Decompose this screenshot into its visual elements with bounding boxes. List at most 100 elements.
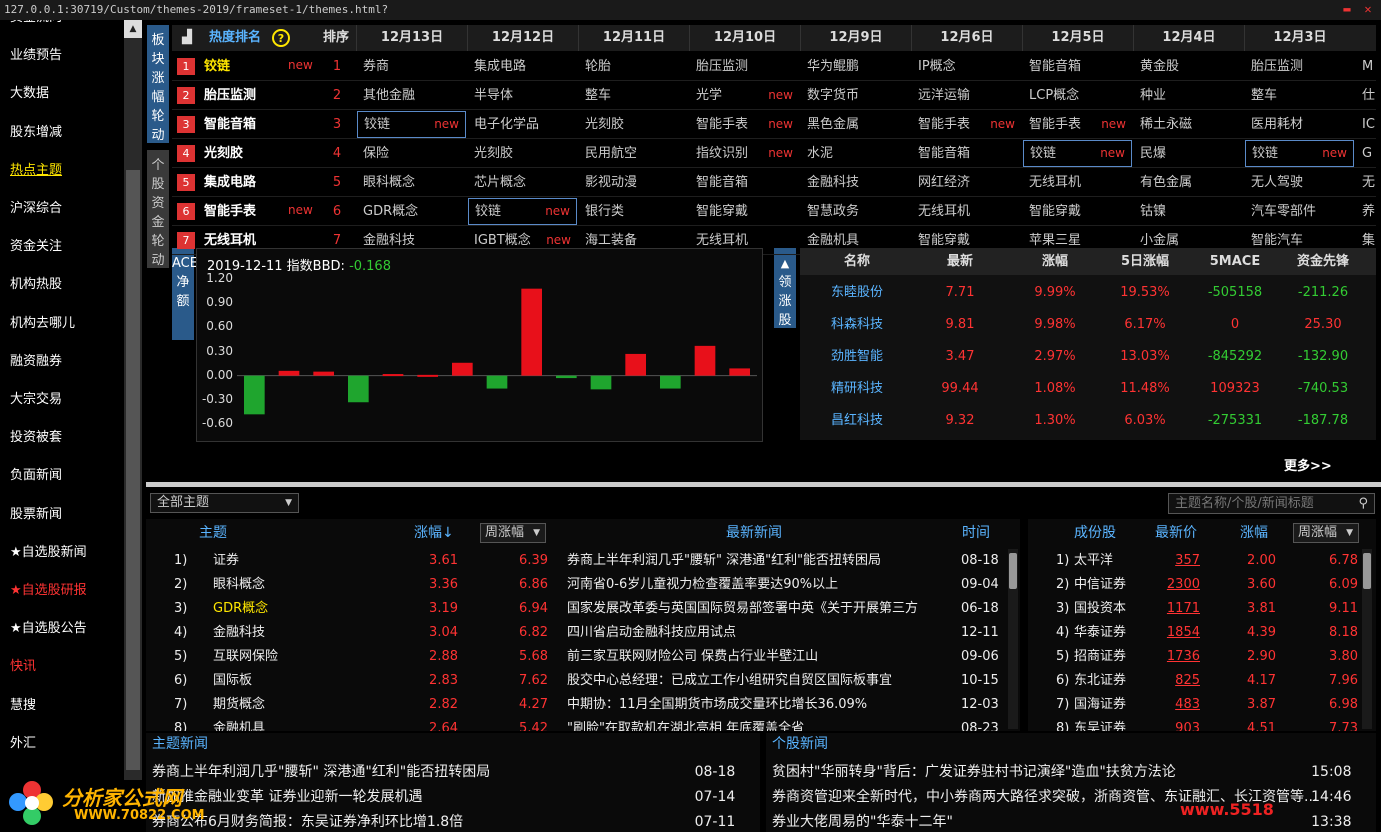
sector-cell[interactable]: 远洋运输 — [912, 81, 1021, 110]
heat-row[interactable]: 3 智能音箱 3 铰链 new 电子化学品 光刻胶 智能手表 new 黑色金属 智能手表 new 智能手… — [172, 110, 1376, 139]
cell-label[interactable]: 银行类 — [585, 204, 624, 219]
topic-row[interactable]: 5) 互联网保险 2.88 5.68 前三家互联网财险公司 保费占行业半壁江山 09-06 — [146, 645, 1006, 669]
news-title[interactable]: 券业大佬周易的"华泰十二年" — [772, 814, 953, 830]
topic-chg[interactable]: 3.19 — [406, 597, 458, 621]
news-date[interactable]: 13:38 — [1311, 809, 1351, 832]
sector-name[interactable]: 胎压监测 — [204, 81, 256, 110]
stock-name[interactable]: 东北证券 — [1074, 669, 1126, 693]
row-index[interactable]: 7) — [1056, 693, 1069, 717]
topic-week-chg[interactable]: 6.82 — [496, 621, 548, 645]
sector-cell[interactable]: 智能音箱 — [912, 139, 1021, 168]
sector-cell[interactable]: 无线耳机 — [1023, 168, 1132, 197]
cell-label[interactable]: 汽车零部件 — [1251, 204, 1316, 219]
sector-cell[interactable]: 无人驾驶 — [1245, 168, 1354, 197]
sector-cell[interactable]: 民爆 — [1134, 139, 1243, 168]
sector-cell[interactable]: 芯片概念 — [468, 168, 577, 197]
sector-cell[interactable]: 保险 — [357, 139, 466, 168]
new-badge[interactable]: new — [990, 110, 1015, 139]
component-row[interactable]: 6) 东北证券 825 4.17 7.96 — [1028, 669, 1358, 693]
stock-price[interactable]: 903 — [1150, 717, 1200, 731]
sidebar-item[interactable]: 股票新闻 — [10, 503, 62, 522]
scroll-thumb[interactable] — [1009, 553, 1017, 589]
cell-label[interactable]: IGBT概念 — [474, 233, 531, 248]
topic-week-chg[interactable]: 5.68 — [496, 645, 548, 669]
cell-label[interactable]: 铰链 — [1252, 146, 1278, 161]
rank-badge[interactable]: 6 — [177, 203, 195, 220]
topic-news[interactable]: 券商上半年利润几乎"腰斩" 深港通"红利"能否扭转困局 — [567, 549, 929, 573]
news-date[interactable]: 08-18 — [695, 759, 736, 785]
sector-cell[interactable]: 光刻胶 — [468, 139, 577, 168]
cell-label[interactable]: 网红经济 — [918, 175, 970, 190]
cell-label[interactable]: 苹果三星 — [1029, 233, 1081, 248]
stock-week-chg[interactable]: 7.96 — [1310, 669, 1358, 693]
y-tick-label[interactable]: 0.90 — [197, 295, 233, 309]
lead-col-header[interactable]: 资金先锋 — [1278, 248, 1368, 275]
cell-label[interactable]: 光学 — [696, 88, 722, 103]
date-header[interactable]: 12月13日 — [356, 25, 467, 51]
cell-label[interactable]: 有色金属 — [1140, 175, 1192, 190]
sidebar-item[interactable]: 快讯 — [10, 655, 36, 674]
cell-label[interactable]: 胎压监测 — [696, 59, 748, 74]
date-header[interactable]: 12月11日 — [578, 25, 689, 51]
news-title[interactable]: 贫困村"华丽转身"背后：广发证券驻村书记演绎"造血"扶贫方法论 — [772, 764, 1176, 780]
stock-chg[interactable]: 2.90 — [1228, 645, 1276, 669]
date-header[interactable]: 12月10日 — [689, 25, 800, 51]
row-index[interactable]: 1) — [174, 549, 187, 573]
scroll-thumb[interactable] — [126, 170, 140, 770]
sidebar-item[interactable]: 热点主题 — [10, 159, 62, 178]
new-badge[interactable]: new — [545, 199, 570, 224]
col-price[interactable]: 最新价 — [1155, 519, 1197, 547]
tab-ace-net[interactable]: ACE净额 — [172, 248, 198, 340]
cell-label[interactable]: 智能音箱 — [1029, 59, 1081, 74]
rank-index[interactable]: 1 — [322, 52, 352, 81]
search-icon[interactable]: ⚲ — [1358, 494, 1368, 513]
cell-label[interactable]: 无人驾驶 — [1251, 175, 1303, 190]
cell-label[interactable]: 金融机具 — [807, 233, 859, 248]
sector-cell[interactable]: 金融科技 — [801, 168, 910, 197]
stock-week-chg[interactable]: 6.09 — [1310, 573, 1358, 597]
topic-chg[interactable]: 2.83 — [406, 669, 458, 693]
topic-week-chg[interactable]: 6.86 — [496, 573, 548, 597]
cell-label[interactable]: 其他金融 — [363, 88, 415, 103]
sector-name[interactable]: 智能音箱 — [204, 110, 256, 139]
sidebar-item[interactable]: 外汇 — [10, 732, 36, 751]
cell-label[interactable]: G — [1362, 146, 1372, 161]
rank-badge[interactable]: 5 — [177, 174, 195, 191]
sector-cell[interactable]: M — [1356, 52, 1377, 81]
y-tick-label[interactable]: 0.30 — [197, 344, 233, 358]
topic-name[interactable]: 国际板 — [213, 669, 252, 693]
cell-label[interactable]: LCP概念 — [1029, 88, 1079, 103]
topic-row[interactable]: 4) 金融科技 3.04 6.82 四川省启动金融科技应用试点 12-11 — [146, 621, 1006, 645]
news-item[interactable]: 券商上半年利润几乎"腰斩" 深港通"红利"能否扭转困局 08-18 — [152, 759, 735, 785]
stock-price[interactable]: 1736 — [1150, 645, 1200, 669]
stock-week-chg[interactable]: 9.11 — [1310, 597, 1358, 621]
sector-cell[interactable]: 集成电路 — [468, 52, 577, 81]
rank-badge[interactable]: 2 — [177, 87, 195, 104]
cell-label[interactable]: 无线耳机 — [696, 233, 748, 248]
cell-label[interactable]: 芯片概念 — [474, 175, 526, 190]
cell-label[interactable]: 胎压监测 — [1251, 59, 1303, 74]
row-index[interactable]: 7) — [174, 693, 187, 717]
topic-chg[interactable]: 2.64 — [406, 717, 458, 731]
sector-cell[interactable]: 汽车零部件 — [1245, 197, 1354, 226]
cell-label[interactable]: 黄金股 — [1140, 59, 1179, 74]
sidebar-item[interactable]: ★自选股公告 — [10, 617, 87, 636]
cell-label[interactable]: IC — [1362, 117, 1375, 132]
stock-name[interactable]: 太平洋 — [1074, 549, 1113, 573]
cell-label[interactable]: 电子化学品 — [474, 117, 539, 132]
heat-row[interactable]: 5 集成电路 5 眼科概念 芯片概念 影视动漫 智能音箱 金融科技 网红经济 无线耳机 有色金属 无人… — [172, 168, 1376, 197]
topic-chg[interactable]: 2.88 — [406, 645, 458, 669]
new-badge[interactable]: new — [768, 110, 793, 139]
topic-week-chg[interactable]: 5.42 — [496, 717, 548, 731]
cell-label[interactable]: 医用耗材 — [1251, 117, 1303, 132]
sidebar-item[interactable]: 大数据 — [10, 82, 49, 101]
y-tick-label[interactable]: 0.60 — [197, 319, 233, 333]
sector-cell[interactable]: 铰链 new — [1023, 140, 1132, 167]
cell-label[interactable]: 智能汽车 — [1251, 233, 1303, 248]
close-icon[interactable]: ✕ — [1360, 2, 1376, 17]
topic-time[interactable]: 10-15 — [961, 669, 999, 693]
cell-label[interactable]: 影视动漫 — [585, 175, 637, 190]
lead-col-header[interactable]: 名称 — [812, 248, 902, 275]
news-date[interactable]: 07-14 — [695, 784, 736, 810]
topic-row[interactable]: 1) 证券 3.61 6.39 券商上半年利润几乎"腰斩" 深港通"红利"能否扭转困局 0… — [146, 549, 1006, 573]
